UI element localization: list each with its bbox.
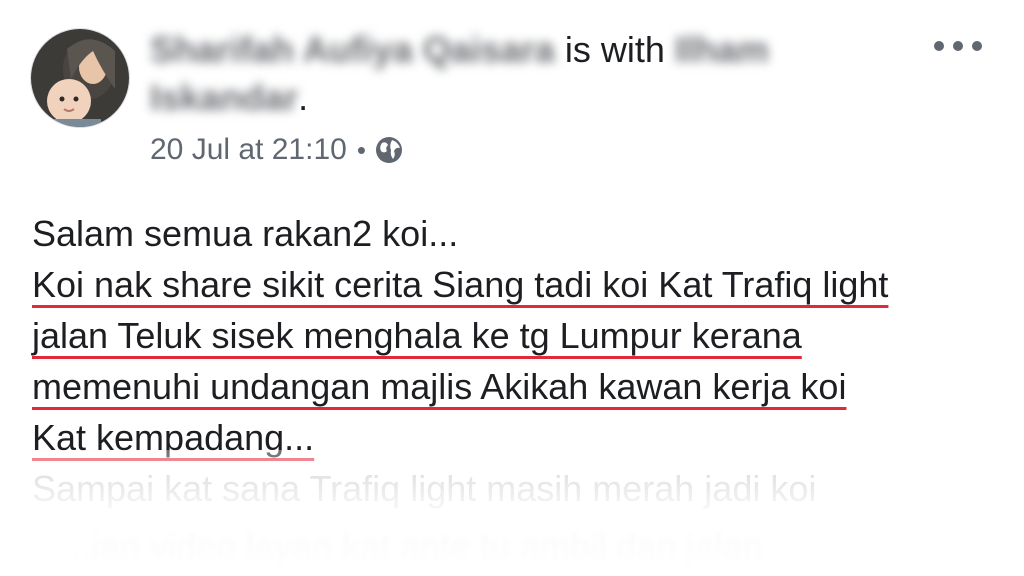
post-text-line: Salam semua rakan2 koi... — [32, 208, 992, 259]
post-body: Salam semua rakan2 koi... Koi nak share … — [32, 208, 992, 463]
header-period: . — [298, 77, 309, 118]
faded-text-line: ..ian video layan kat ante tu ambil dan … — [72, 526, 763, 567]
underlined-text: Koi nak share sikit cerita Siang tadi ko… — [32, 264, 889, 305]
meta-separator: • — [356, 135, 366, 165]
underlined-text: jalan Teluk sisek menghala ke tg Lumpur … — [32, 315, 802, 356]
post-text-line: jalan Teluk sisek menghala ke tg Lumpur … — [32, 310, 992, 361]
post-timestamp[interactable]: 20 Jul at 21:10 — [150, 130, 347, 170]
author-name-link[interactable]: Sharifah Aufiya Qaisara — [150, 26, 555, 74]
more-dot — [953, 41, 963, 51]
post-text-line: Koi nak share sikit cerita Siang tadi ko… — [32, 259, 992, 310]
profile-photo-image — [31, 29, 129, 127]
post-text-line: memenuhi undangan majlis Akikah kawan ke… — [32, 361, 992, 412]
facebook-post: Sharifah Aufiya Qaisara is with Ilham Is… — [0, 0, 1024, 576]
avatar[interactable] — [30, 28, 130, 128]
post-header-continued: Iskandar. — [150, 74, 308, 122]
tagged-friend-link-continued[interactable]: Iskandar — [150, 74, 298, 122]
with-label: is with — [564, 29, 665, 70]
more-dot — [934, 41, 944, 51]
underlined-text: memenuhi undangan majlis Akikah kawan ke… — [32, 366, 847, 407]
tagged-friend-link[interactable]: Ilham — [675, 26, 769, 74]
post-text: Salam semua rakan2 koi... — [32, 213, 459, 254]
faded-post-text: Sampai kat sana Trafiq light masih merah… — [32, 460, 992, 576]
post-header: Sharifah Aufiya Qaisara is with Ilham — [150, 26, 769, 74]
faded-text-line: Sampai kat sana Trafiq light masih merah… — [32, 468, 817, 509]
underlined-text: Kat kempadang... — [32, 417, 315, 458]
post-meta: 20 Jul at 21:10 • — [150, 130, 404, 170]
post-text-line: Kat kempadang... — [32, 412, 992, 463]
globe-icon[interactable] — [374, 135, 404, 165]
more-dot — [972, 41, 982, 51]
more-options-icon[interactable] — [934, 34, 982, 58]
